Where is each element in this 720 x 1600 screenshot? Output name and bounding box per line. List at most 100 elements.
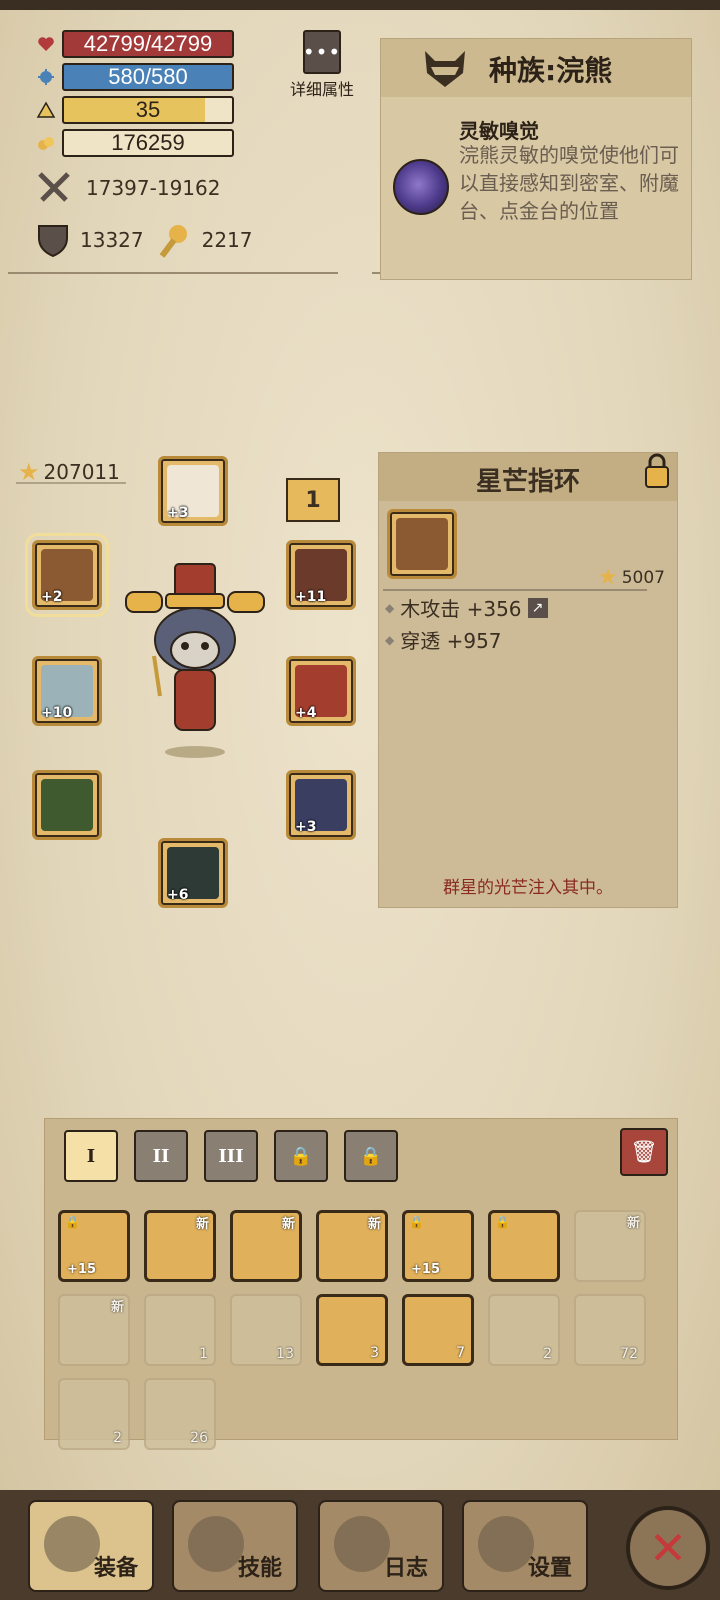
tab-bag-2[interactable]: II	[134, 1130, 188, 1182]
race-skill-description: 浣熊灵敏的嗅觉使他们可以直接感知到密室、附魔台、点金台的位置	[459, 143, 679, 223]
book-icon	[334, 1516, 390, 1572]
inventory-item[interactable]: +15 🔒	[58, 1210, 130, 1282]
item-detail-panel: 星芒指环 ★ 5007 ◆ 木攻击 +356 ↗ ◆ 穿透 +957 群星的光芒…	[378, 452, 678, 908]
race-skill-name: 灵敏嗅觉	[459, 119, 539, 143]
nav-equip-label: 装备	[93, 1556, 138, 1581]
item-count: 13	[276, 1346, 294, 1362]
defense-value: 13327	[80, 228, 144, 252]
tab-bag-3[interactable]: III	[204, 1130, 258, 1182]
item-count: 7	[456, 1345, 465, 1361]
top-border	[0, 0, 720, 10]
star-icon: ★	[598, 565, 618, 590]
tab-bag-1[interactable]: I	[64, 1130, 118, 1182]
attack-value: 17397-19162	[86, 176, 221, 200]
inventory-item[interactable]: 2	[488, 1294, 560, 1366]
nav-log-button[interactable]: 日志	[318, 1500, 444, 1592]
new-badge: 新	[367, 1217, 381, 1232]
race-title: 种族:浣熊	[489, 54, 613, 87]
lock-icon: 🔒	[359, 1145, 383, 1167]
nav-equip-button[interactable]: 装备	[28, 1500, 154, 1592]
trash-button[interactable]: 🗑	[620, 1128, 668, 1176]
item-level: +15	[67, 1262, 96, 1277]
inventory-item[interactable]: 7	[402, 1294, 474, 1366]
boots-slot[interactable]: +6	[158, 838, 228, 908]
item-level: +15	[411, 1262, 440, 1277]
inventory-item[interactable]: 26	[144, 1378, 216, 1450]
detail-attributes-label: 详细属性	[289, 80, 354, 99]
heart-icon	[38, 37, 54, 51]
item-count: 3	[370, 1345, 379, 1361]
upgrade-arrow-icon[interactable]: ↗	[527, 597, 548, 618]
detail-attributes-button[interactable]: ••• 详细属性	[282, 30, 362, 100]
more-icon: •••	[303, 30, 341, 74]
ring-item-icon	[396, 518, 448, 570]
ring-slot[interactable]: +2	[25, 533, 109, 617]
coins-icon	[38, 137, 54, 150]
luck-icon	[159, 225, 187, 258]
helmet-slot[interactable]: +3	[158, 456, 228, 526]
diamond-bullet-icon: ◆	[385, 632, 395, 647]
mana-icon	[38, 69, 54, 85]
power-underline	[16, 482, 126, 484]
item-count: 26	[190, 1430, 208, 1446]
hp-bar: 42799/42799	[62, 30, 234, 58]
inventory-item[interactable]: 3	[316, 1294, 388, 1366]
mp-bar: 580/580	[62, 63, 234, 91]
nav-skills-button[interactable]: 技能	[172, 1500, 298, 1592]
inventory-item[interactable]: 新	[574, 1210, 646, 1282]
item-count: 72	[620, 1346, 638, 1362]
inventory-item[interactable]: 1	[144, 1294, 216, 1366]
weapon-slot[interactable]: +10	[32, 656, 102, 726]
divider-left	[8, 272, 338, 274]
nav-skills-label: 技能	[237, 1556, 282, 1581]
tab-locked-5[interactable]: 🔒	[344, 1130, 398, 1182]
item-count: 2	[113, 1430, 122, 1446]
item-stat-2-text: 穿透 +957	[400, 629, 502, 653]
new-badge: 新	[281, 1217, 295, 1232]
level-bar: 35	[62, 96, 234, 124]
new-badge: 新	[195, 1217, 209, 1232]
helmet-level: +3	[167, 505, 189, 521]
gloves-item-icon	[41, 779, 93, 831]
gold-bar: 176259	[62, 129, 234, 157]
crossed-swords-icon	[38, 172, 70, 202]
gloves-slot[interactable]	[32, 770, 102, 840]
axe-icon	[44, 1516, 100, 1572]
gear-icon	[478, 1516, 534, 1572]
shield-icon	[38, 225, 68, 258]
pants-slot[interactable]: +3	[286, 770, 356, 840]
new-badge: 新	[110, 1300, 124, 1315]
sense-skill-icon[interactable]	[393, 159, 449, 215]
lock-icon: 🔒	[65, 1215, 80, 1229]
item-score: ★ 5007	[598, 565, 665, 590]
close-button[interactable]: ✕	[626, 1506, 710, 1590]
inventory-item[interactable]: 新	[144, 1210, 216, 1282]
inventory-item[interactable]: +15 🔒	[402, 1210, 474, 1282]
armor-slot[interactable]: +4	[286, 656, 356, 726]
nav-settings-label: 设置	[527, 1556, 572, 1581]
close-icon: ✕	[648, 1521, 688, 1575]
inventory-item[interactable]: 2	[58, 1378, 130, 1450]
inventory-item[interactable]: 72	[574, 1294, 646, 1366]
item-separator	[383, 589, 647, 591]
item-flavor-text: 群星的光芒注入其中。	[443, 878, 613, 898]
lock-icon: 🔒	[495, 1215, 510, 1229]
inventory-item[interactable]: 新	[58, 1294, 130, 1366]
lock-icon[interactable]	[643, 453, 671, 489]
inventory-item[interactable]: 13	[230, 1294, 302, 1366]
inventory-item[interactable]: 新	[316, 1210, 388, 1282]
nav-settings-button[interactable]: 设置	[462, 1500, 588, 1592]
item-score-value: 5007	[621, 567, 665, 588]
item-stat-1: ◆ 木攻击 +356 ↗	[385, 593, 548, 622]
raccoon-icon	[425, 51, 465, 87]
tab-locked-4[interactable]: 🔒	[274, 1130, 328, 1182]
item-title: 星芒指环	[475, 467, 580, 497]
amulet-slot[interactable]: +11	[286, 540, 356, 610]
inventory-item[interactable]: 新	[230, 1210, 302, 1282]
loadout-tag[interactable]: 1	[286, 478, 340, 522]
power-value: 207011	[43, 460, 120, 484]
amulet-level: +11	[295, 589, 327, 605]
inventory-item[interactable]: 🔒	[488, 1210, 560, 1282]
item-count: 2	[543, 1346, 552, 1362]
nav-log-label: 日志	[383, 1556, 428, 1581]
